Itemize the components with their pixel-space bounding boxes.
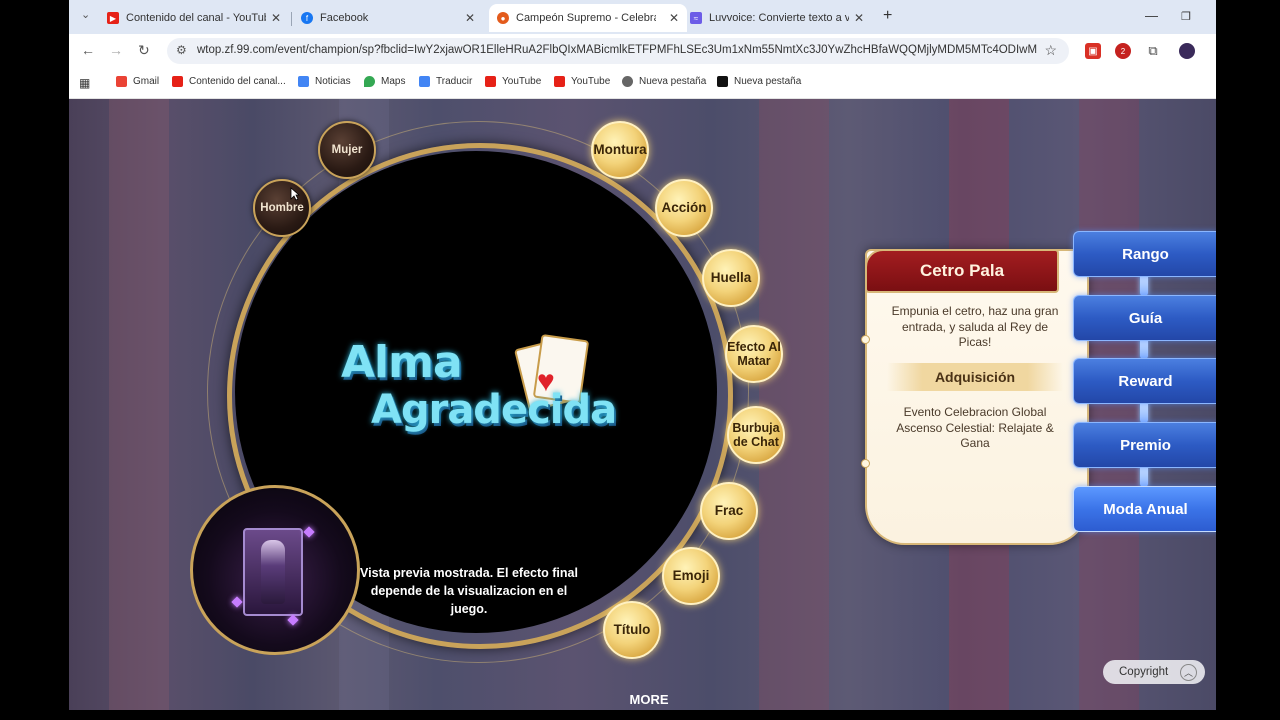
acquisition-source: Evento Celebracion Global Ascenso Celest…	[896, 405, 1054, 450]
bookmarks-bar: ▦ Gmail Contenido del canal... Noticias …	[69, 68, 1216, 99]
category-titulo-button[interactable]: Título	[603, 601, 661, 659]
character-card	[243, 528, 303, 616]
restore-icon[interactable]: ❐	[1181, 10, 1191, 23]
preview-note: Vista previa mostrada. El efecto final d…	[360, 566, 578, 616]
game-icon: ●	[497, 12, 509, 24]
character-preview[interactable]	[190, 485, 360, 655]
chevron-up-icon: ︿	[1180, 664, 1197, 681]
site-info-icon[interactable]: ⚙	[176, 43, 187, 57]
facebook-icon: f	[301, 12, 313, 24]
apps-grid-icon[interactable]: ▦	[79, 76, 90, 90]
bookmark-nueva-pestana-2[interactable]: Nueva pestaña	[717, 76, 801, 87]
event-page: ♥ Alma Agradecida Vista previa mostrada.…	[69, 99, 1216, 710]
youtube-icon	[172, 76, 183, 87]
sparkle-icon	[303, 526, 315, 538]
news-icon	[298, 76, 309, 87]
maps-pin-icon	[364, 76, 375, 87]
menu-premio-button[interactable]: Premio	[1073, 422, 1216, 468]
close-tab-icon[interactable]: ✕	[271, 11, 281, 25]
menu-chain-link	[1140, 401, 1148, 423]
bookmark-nueva-pestana-1[interactable]: Nueva pestaña	[622, 76, 706, 87]
bookmark-maps[interactable]: Maps	[364, 76, 405, 87]
category-emoji-button[interactable]: Emoji	[662, 547, 720, 605]
bookmark-youtube-1[interactable]: YouTube	[485, 76, 541, 87]
minimize-icon[interactable]: —	[1145, 8, 1158, 23]
bookmark-star-icon[interactable]: ☆	[1044, 42, 1057, 59]
logo-line-1: Alma	[341, 337, 463, 388]
forward-icon[interactable]: →	[109, 42, 123, 58]
menu-guia-button[interactable]: Guía	[1073, 295, 1216, 341]
bookmark-youtube-2[interactable]: YouTube	[554, 76, 610, 87]
browser-window: ⌄ ▶ Contenido del canal - YouTube ✕ f Fa…	[69, 0, 1216, 710]
bookmark-gmail[interactable]: Gmail	[116, 76, 159, 87]
more-button[interactable]: MORE	[619, 692, 679, 707]
extensions-puzzle-icon[interactable]: ⧉	[1145, 43, 1161, 59]
item-info-panel	[865, 249, 1089, 545]
item-description: Empunia el cetro, haz una gran entrada, …	[891, 304, 1059, 349]
address-bar[interactable]: ⚙ wtop.zf.99.com/event/champion/sp?fbcli…	[167, 38, 1069, 64]
menu-reward-button[interactable]: Reward	[1073, 358, 1216, 404]
menu-moda-anual-button[interactable]: Moda Anual	[1073, 486, 1216, 532]
back-icon[interactable]: ←	[81, 42, 95, 58]
gmail-icon	[116, 76, 127, 87]
copyright-button[interactable]: Copyright ︿	[1103, 660, 1205, 684]
panel-ornament	[861, 335, 870, 344]
close-tab-icon[interactable]: ✕	[465, 11, 475, 25]
bookmark-traducir[interactable]: Traducir	[419, 76, 472, 87]
tab-divider	[291, 12, 292, 26]
curtain-stripe	[109, 99, 169, 710]
browser-toolbar: ← → ↻ ⚙ wtop.zf.99.com/event/champion/sp…	[69, 34, 1216, 68]
tab-youtube-channel[interactable]: ▶ Contenido del canal - YouTube ✕	[107, 4, 289, 32]
wave-icon: ≈	[690, 12, 702, 24]
gender-male-button[interactable]: Hombre	[253, 179, 311, 237]
youtube-icon	[485, 76, 496, 87]
reload-icon[interactable]: ↻	[138, 42, 150, 59]
extension-badge-icon[interactable]: 2	[1115, 43, 1131, 59]
category-huella-button[interactable]: Huella	[702, 249, 760, 307]
translate-icon	[419, 76, 430, 87]
tab-luvvoice[interactable]: ≈ Luvvoice: Convierte texto a voz ✕	[690, 4, 872, 32]
tiktok-icon	[717, 76, 728, 87]
new-tab-icon[interactable]: +	[883, 7, 892, 25]
extension-record-icon[interactable]: ▣	[1085, 43, 1101, 59]
logo-line-2: Agradecida	[371, 387, 617, 433]
item-title: Cetro Pala	[865, 249, 1059, 293]
category-frac-button[interactable]: Frac	[700, 482, 758, 540]
bookmark-contenido-canal[interactable]: Contenido del canal...	[172, 76, 286, 87]
menu-rango-button[interactable]: Rango	[1073, 231, 1216, 277]
tab-search-icon[interactable]: ⌄	[81, 8, 90, 21]
youtube-icon: ▶	[107, 12, 119, 24]
category-accion-button[interactable]: Acción	[655, 179, 713, 237]
acquisition-heading: Adquisición	[887, 363, 1063, 391]
menu-chain-link	[1140, 465, 1148, 487]
curtain-stripe	[759, 99, 829, 710]
tab-strip: ⌄ ▶ Contenido del canal - YouTube ✕ f Fa…	[69, 0, 1216, 34]
close-tab-icon[interactable]: ✕	[854, 11, 864, 25]
tab-campeon-supremo[interactable]: ● Campeón Supremo - Celebración ✕	[489, 4, 687, 32]
bookmark-noticias[interactable]: Noticias	[298, 76, 351, 87]
category-burbuja-de-chat-button[interactable]: Burbuja de Chat	[727, 406, 785, 464]
youtube-icon	[554, 76, 565, 87]
category-efecto-al-matar-button[interactable]: Efecto Al Matar	[725, 325, 783, 383]
panel-ornament	[861, 459, 870, 468]
tab-facebook[interactable]: f Facebook ✕	[301, 4, 483, 32]
sparkle-icon	[287, 614, 299, 626]
menu-chain-link	[1140, 274, 1148, 296]
character-figure	[261, 540, 285, 604]
mouse-cursor-icon	[290, 187, 300, 201]
category-montura-button[interactable]: Montura	[591, 121, 649, 179]
globe-icon	[622, 76, 633, 87]
extension-badge-count: 2	[1120, 46, 1126, 56]
profile-avatar-icon[interactable]	[1179, 43, 1195, 59]
sparkle-icon	[231, 596, 243, 608]
alma-agradecida-logo: ♥ Alma Agradecida	[331, 327, 631, 457]
url-text[interactable]: wtop.zf.99.com/event/champion/sp?fbclid=…	[197, 44, 1037, 56]
gender-female-button[interactable]: Mujer	[318, 121, 376, 179]
close-tab-icon[interactable]: ✕	[669, 11, 679, 25]
